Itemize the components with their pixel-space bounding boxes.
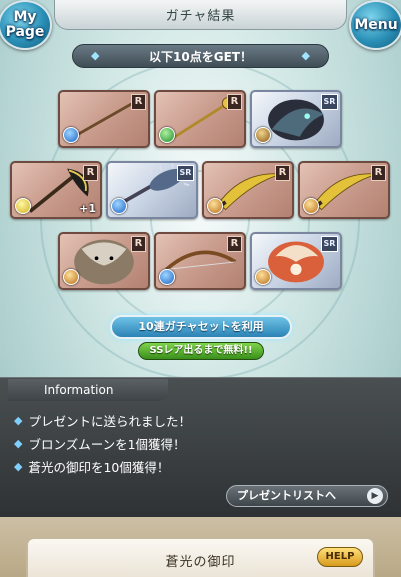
- fire-element-icon: [255, 269, 271, 285]
- item-card[interactable]: R: [154, 90, 246, 148]
- item-card[interactable]: R: [58, 232, 150, 290]
- present-list-label: プレゼントリストへ: [237, 489, 336, 502]
- rarity-badge: SR: [321, 94, 338, 110]
- information-title: Information: [44, 383, 114, 397]
- item-card[interactable]: R +1: [10, 161, 102, 219]
- water-element-icon: [111, 198, 127, 214]
- item-card[interactable]: SR: [250, 90, 342, 148]
- get-banner: ◆ 以下10点をGET！ ◆: [72, 44, 329, 68]
- diamond-icon: ◆: [14, 414, 23, 427]
- information-line: ◆ 蒼光の御印を10個獲得！: [14, 457, 169, 476]
- item-card[interactable]: SR: [106, 161, 198, 219]
- fire-element-icon: [303, 198, 319, 214]
- diamond-icon: ◆: [301, 49, 310, 62]
- present-list-button[interactable]: プレゼントリストへ ▶: [226, 485, 388, 507]
- water-element-icon: [159, 269, 175, 285]
- light-element-icon: [15, 198, 31, 214]
- rarity-badge: SR: [177, 165, 194, 181]
- information-line: ◆ ブロンズムーンを1個獲得！: [14, 434, 186, 453]
- rarity-badge: R: [227, 236, 242, 252]
- item-card[interactable]: R: [298, 161, 390, 219]
- rarity-badge: R: [275, 165, 290, 181]
- rarity-badge: R: [227, 94, 242, 110]
- mypage-button[interactable]: My Page: [0, 0, 52, 50]
- information-text: プレゼントに送られました！: [28, 414, 191, 429]
- item-card[interactable]: SR: [250, 232, 342, 290]
- diamond-icon: ◆: [91, 49, 100, 62]
- wind-element-icon: [159, 127, 175, 143]
- information-text: 蒼光の御印を10個獲得！: [28, 460, 170, 475]
- page-title: ガチャ結果: [165, 9, 236, 24]
- gacha-result-screen: ガチャ結果 My Page Menu ◆ 以下10点をGET！ ◆ R R SR R +…: [0, 0, 401, 577]
- diamond-icon: ◆: [14, 460, 23, 473]
- item-card[interactable]: R: [58, 90, 150, 148]
- get-banner-text: 以下10点をGET！: [149, 49, 252, 64]
- page-title-bar: ガチャ結果: [54, 0, 347, 30]
- rarity-badge: R: [131, 94, 146, 110]
- rarity-badge: R: [371, 165, 386, 181]
- fire-element-icon: [63, 269, 79, 285]
- water-element-icon: [63, 127, 79, 143]
- rarity-badge: R: [131, 236, 146, 252]
- menu-button[interactable]: Menu: [349, 0, 401, 50]
- arrow-right-icon: ▶: [367, 488, 383, 504]
- dark-element-icon: [255, 127, 271, 143]
- information-line: ◆ プレゼントに送られました！: [14, 411, 191, 430]
- item-card[interactable]: R: [202, 161, 294, 219]
- diamond-icon: ◆: [14, 437, 23, 450]
- information-text: ブロンズムーンを1個獲得！: [28, 437, 186, 452]
- ss-rare-badge: SSレア出るまで無料!!: [138, 342, 264, 360]
- rarity-badge: R: [83, 165, 98, 181]
- fire-element-icon: [207, 198, 223, 214]
- help-button[interactable]: HELP: [317, 547, 363, 567]
- plus-bonus-label: +1: [79, 202, 96, 215]
- rarity-badge: SR: [321, 236, 338, 252]
- gacha-set-button[interactable]: 10連ガチャセットを利用: [110, 315, 292, 339]
- item-card[interactable]: R: [154, 232, 246, 290]
- item-detail-card: 蒼光の御印 HELP: [26, 537, 375, 577]
